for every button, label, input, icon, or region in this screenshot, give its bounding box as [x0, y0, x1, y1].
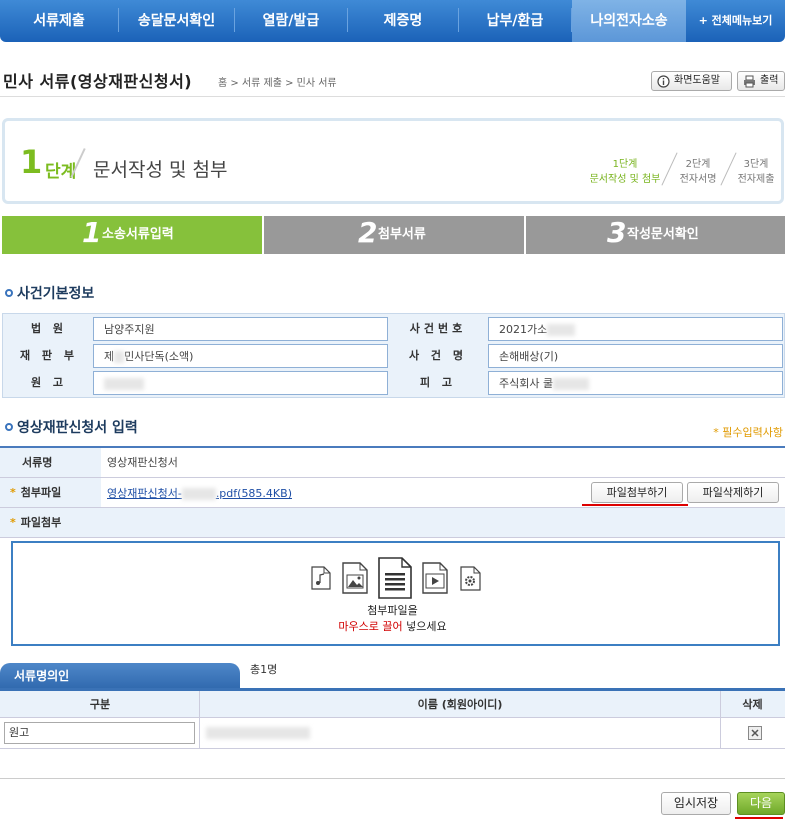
progress-tab-1: 1 소송서류입력 [2, 216, 262, 254]
drop-instruction-line2: 마우스로 끌어 넣으세요 [338, 620, 447, 633]
image-file-icon [342, 562, 368, 594]
document-file-icon [378, 557, 412, 599]
redacted-text [114, 351, 125, 363]
progress-label: 소송서류입력 [102, 227, 174, 242]
col-type-header: 구분 [0, 691, 200, 718]
page-title: 민사 서류(영상재판신청서) [3, 72, 193, 91]
nav-all-menu[interactable]: + 전체메뉴보기 [686, 0, 785, 42]
docname-label: 서류명 [0, 448, 101, 477]
video-file-icon [422, 562, 448, 594]
info-icon [657, 75, 670, 88]
redacted-text [547, 324, 576, 336]
section-bullet-icon [5, 289, 13, 297]
step-title: 문서작성 및 첨부 [93, 159, 228, 181]
case-info-table: 법 원 남양주지원 사건번호 2021가소 재 판 부 제 민사단독(소액) 사 … [2, 313, 785, 398]
file-attach-label: * 파일첨부 [0, 508, 101, 537]
court-value: 남양주지원 [93, 317, 388, 341]
delete-file-button[interactable]: 파일삭제하기 [687, 482, 779, 503]
case-name-label: 사 건 명 [388, 344, 488, 368]
highlight-underline [735, 817, 783, 819]
progress-tab-2: 2 첨부서류 [264, 216, 524, 254]
help-button[interactable]: 화면도움말 [651, 71, 732, 91]
print-label: 출력 [760, 75, 779, 86]
delete-icon[interactable] [748, 726, 762, 740]
defendant-value: 주식회사 쿨 [488, 371, 783, 395]
case-name-value: 손해배상(기) [488, 344, 783, 368]
step-word: 단계 [45, 162, 77, 182]
progress-label: 첨부서류 [378, 227, 426, 242]
progress-tab-3: 3 작성문서확인 [526, 216, 785, 254]
printer-icon [744, 75, 755, 88]
docname-row: 서류명 영상재판신청서 [0, 448, 785, 478]
section-bullet-icon [5, 423, 13, 431]
redacted-signer-name [206, 727, 310, 739]
division-value: 제 민사단독(소액) [93, 344, 388, 368]
file-attach-row: * 파일첨부 [0, 508, 785, 538]
row-divider [0, 748, 785, 749]
attached-file-link[interactable]: 영상재판신청서- .pdf(585.4KB) [107, 485, 292, 501]
nav-my-litigation[interactable]: 나의전자소송 [572, 0, 686, 42]
attachment-label: * 첨부파일 [0, 478, 101, 507]
step-1-label: 1단계 문서작성 및 첨부 [589, 159, 661, 185]
signer-count: 총1명 [250, 663, 278, 676]
breadcrumb: 홈 > 서류 제출 > 민사 서류 [218, 78, 337, 89]
redacted-text [553, 378, 590, 390]
print-button[interactable]: 출력 [737, 71, 785, 91]
audio-file-icon [311, 566, 331, 590]
top-navigation: 서류제출 송달문서확인 열람/발급 제증명 납부/환급 나의전자소송 + 전체메… [0, 0, 785, 42]
col-name-header: 이름 (회원아이디) [200, 691, 720, 718]
step-3-label: 3단계 전자제출 [737, 159, 775, 185]
redacted-text [181, 488, 216, 500]
drop-instruction-line1: 첨부파일을 [367, 604, 418, 617]
docname-value: 영상재판신청서 [107, 456, 178, 469]
signers-tab[interactable]: 서류명의인 [0, 663, 240, 690]
temp-save-button[interactable]: 임시저장 [661, 792, 731, 815]
defendant-label: 피 고 [388, 371, 488, 395]
nav-submit-docs[interactable]: 서류제출 [0, 0, 118, 42]
court-label: 법 원 [5, 317, 93, 341]
nav-view-issue[interactable]: 열람/발급 [235, 0, 347, 42]
settings-file-icon [460, 566, 481, 591]
footer-divider [0, 778, 785, 779]
column-divider [199, 691, 200, 748]
help-label: 화면도움말 [674, 75, 720, 86]
attach-file-button[interactable]: 파일첨부하기 [591, 482, 683, 503]
step-indicator-box: 1 단계 문서작성 및 첨부 1단계 문서작성 및 첨부 2단계 전자서명 3단계 전… [2, 118, 784, 204]
column-divider [720, 691, 721, 748]
plaintiff-label: 원 고 [5, 371, 93, 395]
progress-number: 1 [82, 216, 102, 249]
signer-type-field[interactable]: 원고 [4, 722, 195, 744]
progress-number: 3 [607, 216, 627, 249]
case-number-label: 사건번호 [388, 317, 488, 341]
nav-served-docs[interactable]: 송달문서확인 [119, 0, 234, 42]
division-label: 재 판 부 [5, 344, 93, 368]
form-section-title: 영상재판신청서 입력 [5, 417, 138, 437]
step-2-label: 2단계 전자서명 [679, 159, 717, 185]
next-button[interactable]: 다음 [737, 792, 785, 815]
step-number: 1 [20, 143, 43, 181]
nav-certificates[interactable]: 제증명 [348, 0, 458, 42]
highlight-underline [582, 504, 688, 506]
form-table: 서류명 영상재판신청서 * 첨부파일 영상재판신청서- .pdf(585.4KB) … [0, 446, 785, 538]
redacted-text [104, 378, 144, 390]
progress-number: 2 [358, 216, 378, 249]
required-note: * 필수입력사항 [713, 426, 783, 439]
progress-label: 작성문서확인 [627, 227, 699, 242]
nav-payment-refund[interactable]: 납부/환급 [459, 0, 571, 42]
case-section-title: 사건기본정보 [5, 283, 94, 303]
col-delete-header: 삭제 [720, 691, 785, 718]
divider [0, 96, 785, 97]
plaintiff-value [93, 371, 388, 395]
case-number-value: 2021가소 [488, 317, 783, 341]
